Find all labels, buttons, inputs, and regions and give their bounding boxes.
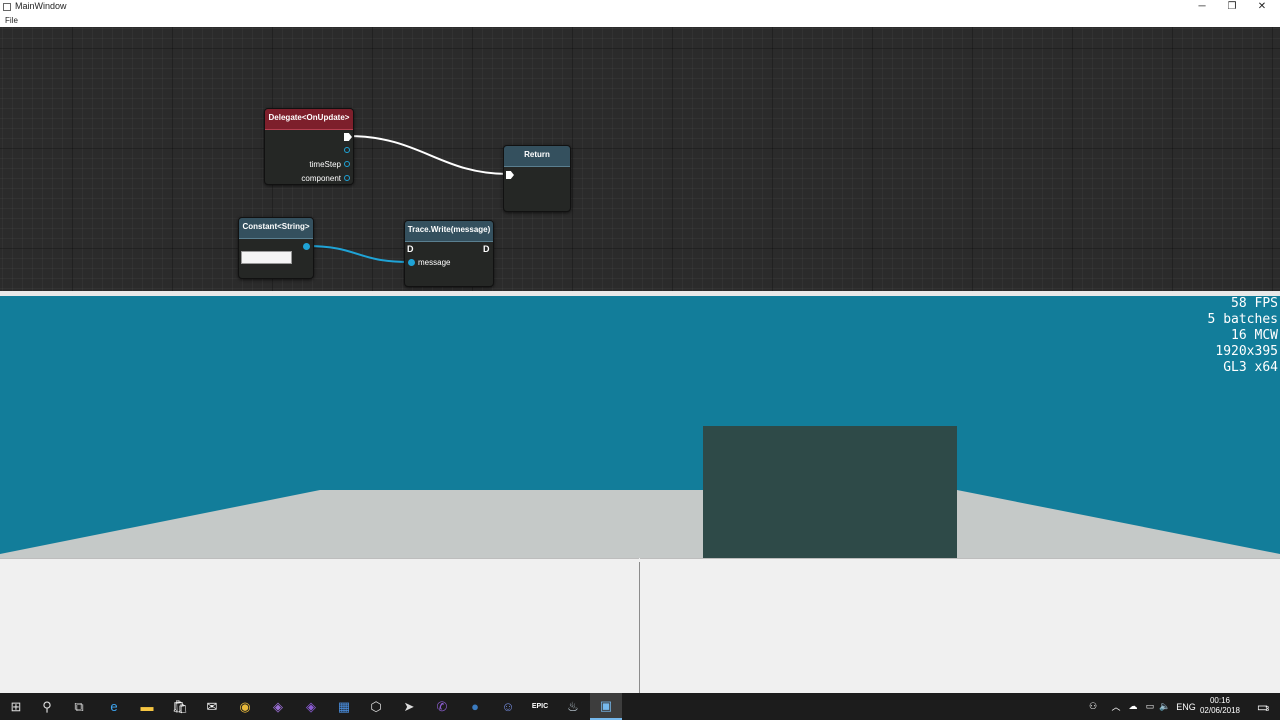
port-label-message: message (418, 258, 451, 267)
menu-bar (0, 15, 1280, 27)
file-explorer-icon[interactable]: ▬ (131, 693, 163, 720)
chrome-icon[interactable]: ◉ (229, 693, 261, 720)
constant-string-input[interactable] (241, 251, 292, 264)
stat-renderer: GL3 x64 (1223, 360, 1278, 375)
start-icon[interactable]: ⊞ (0, 693, 32, 720)
stat-mcw: 16 MCW (1231, 328, 1278, 343)
node-trace-title: Trace.Write(message) (405, 221, 493, 242)
clock[interactable]: 00:16 02/06/2018 (1196, 696, 1244, 716)
taskbar: ⊞ ⚲ ⧉ e ▬ 🛍 ✉ ◉ ◈ ◈ ▦ ⬡ ➤ ✆ ● ☺ EPIC ♨ ▣ ⚇ ︿ ☁ ▭ 🔈 ENG … (0, 693, 1280, 720)
node-trace-write[interactable]: Trace.Write(message) D D message (404, 220, 494, 287)
mail-icon[interactable]: ✉ (196, 693, 228, 720)
circle-app-icon[interactable]: ● (459, 693, 491, 720)
node-delegate-title: Delegate<OnUpdate> (265, 109, 353, 130)
window-title: MainWindow (15, 1, 67, 11)
message-port[interactable] (408, 259, 415, 266)
minimize-button[interactable]: ─ (1187, 0, 1217, 15)
3d-viewport[interactable]: 58 FPS 5 batches 16 MCW 1920x395 GL3 x64 (0, 296, 1280, 558)
exec-wire (347, 135, 509, 175)
port-label-component: component (301, 174, 341, 183)
app-window-icon (3, 3, 11, 11)
viber-icon[interactable]: ✆ (426, 693, 458, 720)
port-label-timestep: timeStep (309, 160, 341, 169)
node-graph-canvas[interactable]: Delegate<OnUpdate> timeStep component Re… (0, 27, 1280, 291)
node-constant[interactable]: Constant<String> (238, 217, 314, 279)
store-icon[interactable]: 🛍 (164, 693, 196, 720)
render-stats: 58 FPS 5 batches 16 MCW 1920x395 GL3 x64 (1208, 296, 1278, 376)
search-icon[interactable]: ⚲ (31, 693, 63, 720)
restore-button[interactable]: ❐ (1217, 0, 1247, 15)
node-constant-title: Constant<String> (239, 218, 313, 239)
exec-in-port[interactable] (506, 171, 514, 179)
main-window-app-icon[interactable]: ▣ (590, 693, 622, 720)
data-wire (305, 245, 411, 263)
graph-wires (305, 135, 509, 263)
menu-file[interactable]: File (5, 16, 18, 25)
arrow-app-icon[interactable]: ➤ (393, 693, 425, 720)
language-indicator[interactable]: ENG (1176, 693, 1196, 720)
stat-batches: 5 batches (1207, 312, 1278, 327)
stat-fps: 58 FPS (1231, 296, 1278, 311)
notification-icon[interactable]: ▭ 3 (1250, 693, 1276, 720)
bottom-left-panel (0, 558, 639, 694)
chevron-up-icon[interactable]: ︿ (1110, 693, 1122, 720)
bottom-right-panel (640, 558, 1280, 694)
visual-studio-2-icon[interactable]: ◈ (295, 693, 327, 720)
steam-icon[interactable]: ♨ (557, 693, 589, 720)
exec-in-port[interactable]: D (407, 245, 414, 254)
unity-icon[interactable]: ⬡ (360, 693, 392, 720)
component-port[interactable] (344, 175, 350, 181)
exec-out-port[interactable]: D (483, 245, 490, 254)
clock-date: 02/06/2018 (1199, 706, 1241, 715)
output-port[interactable] (344, 147, 350, 153)
task-view-icon[interactable]: ⧉ (63, 693, 95, 720)
visual-studio-icon[interactable]: ◈ (262, 693, 294, 720)
close-button[interactable]: ✕ (1247, 0, 1277, 15)
node-delegate[interactable]: Delegate<OnUpdate> timeStep component (264, 108, 354, 185)
stat-resolution: 1920x395 (1215, 344, 1278, 359)
network-icon[interactable]: ▭ (1143, 693, 1157, 720)
scene-floor (0, 490, 1280, 558)
app-grid-icon[interactable]: ▦ (328, 693, 360, 720)
clock-time: 00:16 (1209, 696, 1231, 705)
edge-icon[interactable]: e (98, 693, 130, 720)
exec-out-port[interactable] (344, 133, 352, 141)
notification-count: 3 (1265, 706, 1270, 713)
volume-icon[interactable]: 🔈 (1158, 693, 1172, 720)
constant-output-port[interactable] (303, 243, 310, 250)
title-bar (0, 0, 1280, 15)
people-icon[interactable]: ⚇ (1086, 693, 1100, 720)
epic-games-icon[interactable]: EPIC (524, 693, 556, 720)
discord-icon[interactable]: ☺ (492, 693, 524, 720)
node-return-title: Return (504, 146, 570, 167)
timestep-port[interactable] (344, 161, 350, 167)
scene-box (703, 426, 957, 558)
node-return[interactable]: Return (503, 145, 571, 212)
onedrive-icon[interactable]: ☁ (1126, 693, 1140, 720)
scene-geometry (0, 426, 1280, 558)
